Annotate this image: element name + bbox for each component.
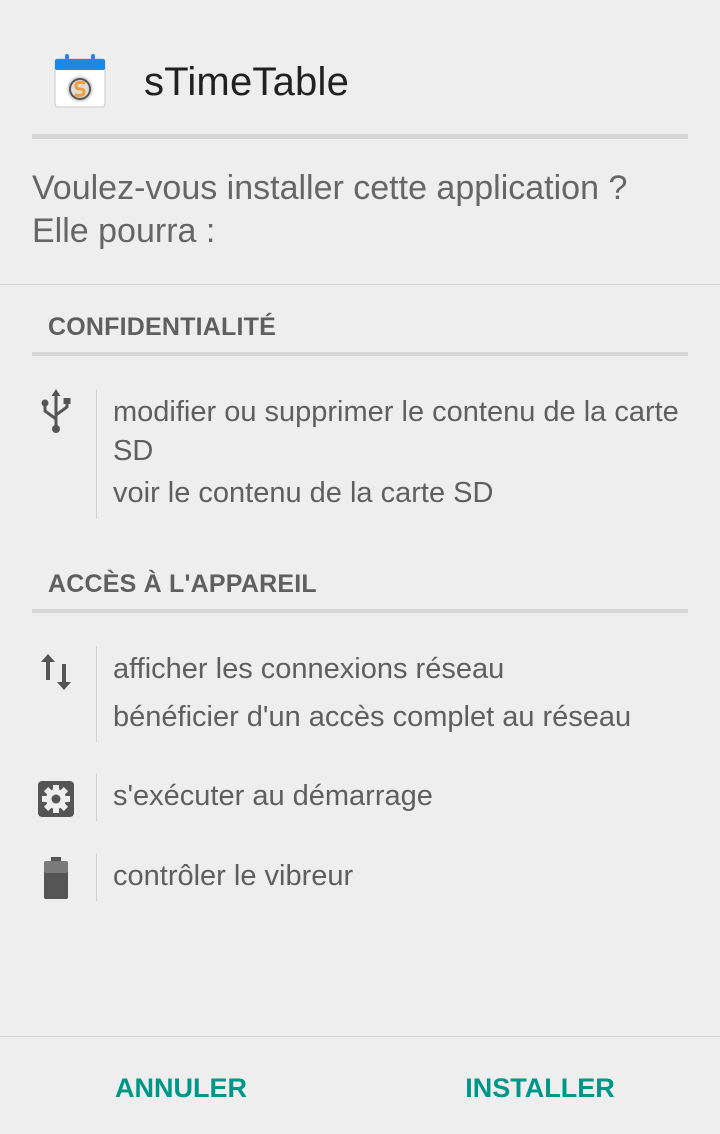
install-button[interactable]: INSTALLER	[420, 1060, 660, 1116]
question-divider	[0, 284, 720, 285]
permission-text: s'exécuter au démarrage	[113, 780, 433, 812]
network-arrows-icon	[41, 654, 71, 690]
cancel-button[interactable]: ANNULER	[60, 1060, 302, 1116]
calendar-app-icon	[54, 54, 106, 108]
permission-group-network[interactable]: afficher les connexions réseau bénéficie…	[0, 646, 720, 742]
permission-group-vibrate[interactable]: contrôler le vibreur	[0, 853, 720, 901]
section-title-device-access: ACCÈS À L'APPAREIL	[48, 570, 317, 598]
question-line-2: Elle pourra :	[32, 212, 216, 250]
permission-group-boot[interactable]: s'exécuter au démarrage	[0, 773, 720, 821]
permission-text: contrôler le vibreur	[113, 860, 354, 892]
footer-divider	[0, 1036, 720, 1037]
permission-text: bénéficier d'un accès complet au réseau	[113, 701, 632, 733]
battery-icon	[44, 857, 68, 899]
section-divider-privacy	[32, 352, 688, 356]
header-divider	[32, 134, 688, 139]
permission-divider	[96, 646, 97, 742]
permission-divider	[96, 853, 97, 901]
section-title-privacy: CONFIDENTIALITÉ	[48, 313, 276, 341]
app-title: sTimeTable	[144, 60, 350, 104]
question-line-1: Voulez-vous installer cette application …	[32, 169, 628, 207]
dialog-header: sTimeTable	[0, 0, 720, 140]
permission-group-storage[interactable]: modifier ou supprimer le contenu de la c…	[0, 389, 720, 519]
permission-divider	[96, 773, 97, 821]
section-divider-device-access	[32, 609, 688, 613]
permission-text: modifier ou supprimer le contenu de la c…	[113, 396, 679, 467]
permission-text: afficher les connexions réseau	[113, 653, 505, 685]
permission-divider	[96, 389, 97, 519]
usb-icon	[41, 389, 71, 433]
install-question: Voulez-vous installer cette application …	[32, 167, 692, 253]
gear-icon	[38, 781, 74, 817]
permission-text: voir le contenu de la carte SD	[113, 477, 494, 509]
